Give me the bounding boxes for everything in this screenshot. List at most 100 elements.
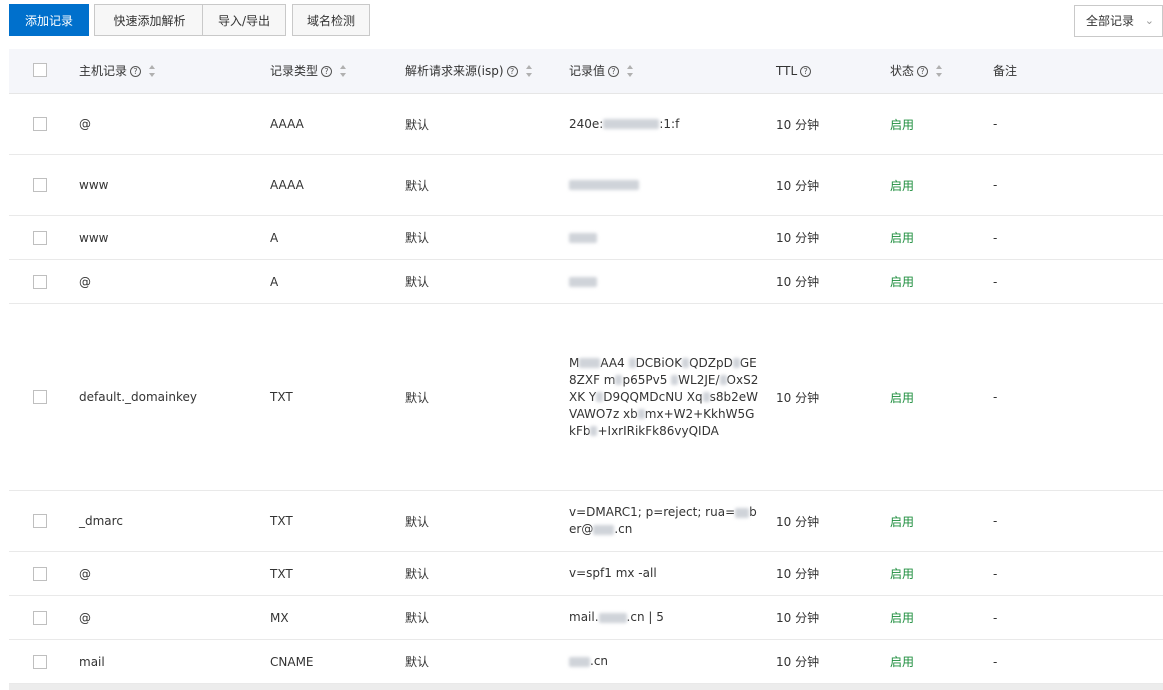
column-header-type[interactable]: 记录类型?: [270, 49, 347, 93]
cell-host: default._domainkey: [79, 390, 197, 404]
redacted-text: [569, 276, 597, 287]
import-export-button[interactable]: 导入/导出: [202, 4, 286, 36]
row-checkbox[interactable]: [33, 611, 47, 625]
cell-value: v=DMARC1; p=reject; rua= b er@ .cn: [569, 491, 764, 551]
cell-ttl: 10 分钟: [776, 117, 820, 132]
column-header-isp[interactable]: 解析请求来源(isp)?: [405, 49, 533, 93]
cell-type: CNAME: [270, 654, 314, 669]
chevron-down-icon: ⌄: [1144, 14, 1154, 27]
table-row: _dmarc TXT 默认 v=DMARC1; p=reject; rua= b …: [9, 491, 1163, 552]
redacted-text: [628, 358, 636, 368]
cell-type: TXT: [270, 514, 293, 528]
quick-add-resolution-button[interactable]: 快速添加解析: [94, 4, 205, 36]
cell-isp: 默认: [405, 567, 430, 581]
cell-ttl: 10 分钟: [776, 178, 820, 193]
cell-remark: -: [993, 514, 998, 528]
table-row: @ TXT 默认 v=spf1 mx -all 10 分钟 启用 -: [9, 552, 1163, 596]
status-badge: 启用: [890, 567, 915, 581]
cell-value: [569, 216, 764, 259]
cell-remark: -: [993, 566, 998, 581]
record-value-text: v=DMARC1; p=reject; rua= b er@ .cn: [569, 505, 757, 536]
help-icon[interactable]: ?: [608, 66, 620, 77]
redacted-text: [735, 507, 750, 518]
cell-type: A: [270, 230, 279, 245]
redacted-text: [702, 392, 710, 402]
domain-check-button[interactable]: 域名检测: [292, 4, 370, 36]
column-header-value[interactable]: 记录值?: [569, 49, 634, 93]
record-value-text: .cn: [569, 653, 608, 670]
cell-value: [569, 260, 764, 303]
table-row: @ A 默认 10 分钟 启用 -: [9, 260, 1163, 304]
help-icon[interactable]: ?: [321, 66, 333, 77]
sort-icon[interactable]: [525, 65, 533, 77]
help-icon[interactable]: ?: [917, 66, 929, 77]
status-badge: 启用: [890, 231, 915, 245]
status-badge: 启用: [890, 275, 915, 289]
table-row: @ MX 默认 mail. .cn | 5 10 分钟 启用 -: [9, 596, 1163, 640]
column-header-status[interactable]: 状态?: [890, 49, 943, 93]
cell-isp: 默认: [405, 275, 430, 289]
redacted-text: [569, 232, 597, 243]
help-icon[interactable]: ?: [506, 66, 518, 77]
cell-remark: -: [993, 117, 998, 131]
cell-type: TXT: [270, 566, 293, 581]
cell-ttl: 10 分钟: [776, 611, 820, 625]
row-checkbox[interactable]: [33, 275, 47, 289]
help-icon[interactable]: ?: [800, 66, 812, 77]
cell-value: 240e::1:f: [569, 94, 764, 154]
redacted-text: [579, 358, 601, 368]
redacted-text: [671, 375, 679, 385]
redacted-text: [598, 612, 627, 623]
select-all-checkbox[interactable]: [33, 63, 47, 77]
column-label: 备注: [993, 64, 1018, 78]
column-label: 主机记录: [79, 64, 128, 78]
column-label: 解析请求来源(isp): [405, 64, 504, 78]
cell-type: MX: [270, 610, 289, 625]
cell-ttl: 10 分钟: [776, 514, 820, 529]
cell-host: _dmarc: [79, 514, 123, 528]
row-checkbox[interactable]: [33, 117, 47, 131]
record-value-text: [569, 273, 597, 290]
redacted-text: [593, 524, 615, 535]
row-checkbox[interactable]: [33, 390, 47, 404]
status-badge: 启用: [890, 514, 915, 529]
cell-remark: -: [993, 178, 998, 192]
column-header-host[interactable]: 主机记录?: [79, 49, 156, 93]
sort-icon[interactable]: [936, 65, 943, 77]
record-filter-value: 全部记录: [1086, 14, 1135, 28]
cell-ttl: 10 分钟: [776, 567, 820, 581]
row-checkbox[interactable]: [33, 231, 47, 245]
cell-type: TXT: [270, 390, 293, 404]
table-header: 主机记录? 记录类型? 解析请求来源(isp)? 记录值? TTL? 状态? 备…: [9, 49, 1163, 94]
cell-isp: 默认: [405, 390, 430, 405]
redacted-text: [719, 375, 727, 385]
row-checkbox[interactable]: [33, 655, 47, 669]
toolbar: 添加记录 快速添加解析 导入/导出 域名检测: [9, 4, 1163, 36]
sort-icon[interactable]: [340, 65, 347, 77]
help-icon[interactable]: ?: [130, 66, 142, 77]
record-value-text: [569, 229, 597, 246]
redacted-text: [569, 656, 590, 667]
cell-host: @: [79, 610, 91, 625]
record-value-text: [569, 177, 639, 194]
sort-icon[interactable]: [627, 65, 634, 77]
cell-type: AAAA: [270, 117, 304, 131]
cell-host: @: [79, 274, 91, 289]
cell-remark: -: [993, 274, 998, 289]
cell-value: mail. .cn | 5: [569, 596, 764, 639]
horizontal-scrollbar[interactable]: [9, 684, 1163, 690]
cell-ttl: 10 分钟: [776, 275, 820, 289]
row-checkbox[interactable]: [33, 178, 47, 192]
status-badge: 启用: [890, 178, 915, 193]
cell-host: @: [79, 566, 91, 581]
cell-isp: 默认: [405, 655, 430, 669]
column-label: 记录类型: [270, 64, 319, 78]
row-checkbox[interactable]: [33, 567, 47, 581]
cell-remark: -: [993, 390, 998, 404]
add-record-button[interactable]: 添加记录: [9, 4, 89, 36]
cell-type: A: [270, 274, 279, 289]
record-filter-select[interactable]: 全部记录 ⌄: [1074, 5, 1163, 37]
column-label: TTL: [776, 64, 798, 78]
sort-icon[interactable]: [149, 65, 156, 77]
row-checkbox[interactable]: [33, 514, 47, 528]
